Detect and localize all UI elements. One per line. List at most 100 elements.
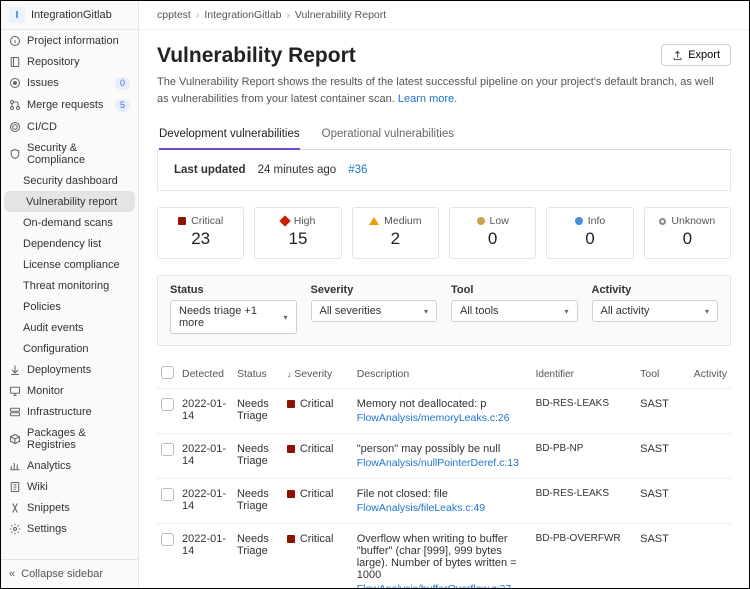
project-name: IntegrationGitlab <box>31 9 112 21</box>
col-severity[interactable]: ↓ Severity <box>283 360 353 389</box>
breadcrumb-seg[interactable]: IntegrationGitlab <box>204 9 281 21</box>
sidebar-item-snippets[interactable]: Snippets <box>1 497 138 518</box>
row-checkbox[interactable] <box>161 533 174 546</box>
cell-detected: 2022-01-14 <box>178 389 233 434</box>
severity-card-low[interactable]: Low0 <box>449 207 536 259</box>
severity-medium-icon <box>369 217 379 225</box>
sidebar-item-settings[interactable]: Settings <box>1 518 138 539</box>
select-all-checkbox[interactable] <box>161 366 174 379</box>
cell-tool: SAST <box>636 524 686 589</box>
col-detected[interactable]: Detected <box>178 360 233 389</box>
cell-identifier: BD-PB-OVERFWR <box>532 524 636 589</box>
sidebar-subitem-security-dashboard[interactable]: Security dashboard <box>1 170 138 191</box>
sidebar-item-analytics[interactable]: Analytics <box>1 455 138 476</box>
severity-info-icon <box>575 217 583 225</box>
cell-severity: Critical <box>287 398 349 410</box>
cell-detected: 2022-01-14 <box>178 524 233 589</box>
sidebar-subitem-on-demand-scans[interactable]: On-demand scans <box>1 212 138 233</box>
severity-card-unknown[interactable]: Unknown0 <box>644 207 731 259</box>
cell-tool: SAST <box>636 479 686 524</box>
tab-operational[interactable]: Operational vulnerabilities <box>322 121 454 149</box>
sidebar-item-label: Snippets <box>27 502 70 514</box>
sidebar-item-ci-cd[interactable]: CI/CD <box>1 116 138 137</box>
analytics-icon <box>9 460 21 472</box>
sidebar-subitem-vulnerability-report[interactable]: Vulnerability report <box>4 191 135 212</box>
chevron-right-icon: › <box>286 9 290 21</box>
cell-tool: SAST <box>636 434 686 479</box>
sidebar-item-issues[interactable]: Issues0 <box>1 72 138 94</box>
filter-label-activity: Activity <box>592 284 719 296</box>
collapse-sidebar[interactable]: « Collapse sidebar <box>1 559 138 588</box>
filter-severity-select[interactable]: All severities ▾ <box>311 300 438 322</box>
severity-card-medium[interactable]: Medium 2 <box>352 207 439 259</box>
severity-unknown-icon <box>659 218 666 225</box>
sidebar-item-wiki[interactable]: Wiki <box>1 476 138 497</box>
vulnerability-location-link[interactable]: FlowAnalysis/memoryLeaks.c:26 <box>357 412 528 424</box>
severity-low-icon <box>477 217 485 225</box>
filter-tool-select[interactable]: All tools ▾ <box>451 300 578 322</box>
chevron-down-icon: ▾ <box>705 307 709 316</box>
project-header[interactable]: I IntegrationGitlab <box>1 1 138 30</box>
page-title: Vulnerability Report <box>157 44 356 68</box>
vulnerability-location-link[interactable]: FlowAnalysis/nullPointerDeref.c:13 <box>357 457 528 469</box>
export-button[interactable]: Export <box>661 44 731 66</box>
col-tool[interactable]: Tool <box>636 360 686 389</box>
filter-activity-select[interactable]: All activity ▾ <box>592 300 719 322</box>
sidebar-item-security-compliance[interactable]: Security & Compliance <box>1 137 138 170</box>
filter-label-tool: Tool <box>451 284 578 296</box>
issues-icon <box>9 77 21 89</box>
sidebar-item-packages-registries[interactable]: Packages & Registries <box>1 422 138 455</box>
deploy-icon <box>9 364 21 376</box>
col-activity[interactable]: Activity <box>686 360 731 389</box>
cell-description: "person" may possibly be nullFlowAnalysi… <box>353 434 532 479</box>
sidebar-subitem-dependency-list[interactable]: Dependency list <box>1 233 138 254</box>
last-updated-value: 24 minutes ago <box>258 164 337 176</box>
cell-activity <box>686 524 731 589</box>
sidebar-item-infrastructure[interactable]: Infrastructure <box>1 401 138 422</box>
sidebar-subitem-license-compliance[interactable]: License compliance <box>1 254 138 275</box>
row-checkbox[interactable] <box>161 488 174 501</box>
chevron-down-icon: ▾ <box>564 307 568 316</box>
sidebar-item-merge-requests[interactable]: Merge requests5 <box>1 94 138 116</box>
sidebar-item-monitor[interactable]: Monitor <box>1 380 138 401</box>
main: cpptest › IntegrationGitlab › Vulnerabil… <box>139 1 749 588</box>
severity-label: Medium <box>384 215 421 227</box>
project-avatar: I <box>9 7 25 23</box>
sidebar-subitem-audit-events[interactable]: Audit events <box>1 317 138 338</box>
severity-card-critical[interactable]: Critical23 <box>157 207 244 259</box>
col-identifier[interactable]: Identifier <box>532 360 636 389</box>
severity-count: 23 <box>162 229 239 249</box>
table-row: 2022-01-14Needs TriageCriticalOverflow w… <box>157 524 731 589</box>
filter-status-select[interactable]: Needs triage +1 more ▾ <box>170 300 297 334</box>
severity-high-icon <box>279 215 290 226</box>
cell-description: File not closed: fileFlowAnalysis/fileLe… <box>353 479 532 524</box>
col-status[interactable]: Status <box>233 360 283 389</box>
last-updated-label: Last updated <box>174 164 246 176</box>
sort-desc-icon: ↓ <box>287 369 292 379</box>
cell-activity <box>686 389 731 434</box>
severity-critical-icon <box>287 535 295 543</box>
pipeline-link[interactable]: #36 <box>348 164 367 176</box>
learn-more-link[interactable]: Learn more. <box>398 93 457 105</box>
sidebar-item-deployments[interactable]: Deployments <box>1 359 138 380</box>
merge-icon <box>9 99 21 111</box>
severity-count: 0 <box>454 229 531 249</box>
sidebar-subitem-threat-monitoring[interactable]: Threat monitoring <box>1 275 138 296</box>
severity-card-high[interactable]: High15 <box>254 207 341 259</box>
sidebar-item-repository[interactable]: Repository <box>1 51 138 72</box>
severity-card-info[interactable]: Info0 <box>546 207 633 259</box>
sidebar-item-project-information[interactable]: Project information <box>1 30 138 51</box>
tab-development[interactable]: Development vulnerabilities <box>159 121 300 149</box>
row-checkbox[interactable] <box>161 398 174 411</box>
sidebar-subitem-policies[interactable]: Policies <box>1 296 138 317</box>
severity-count: 0 <box>551 229 628 249</box>
vulnerability-location-link[interactable]: FlowAnalysis/bufferOverflow.c:27 <box>357 583 528 588</box>
breadcrumb-seg[interactable]: cpptest <box>157 9 191 21</box>
settings-icon <box>9 523 21 535</box>
severity-critical-icon <box>287 445 295 453</box>
sidebar-subitem-configuration[interactable]: Configuration <box>1 338 138 359</box>
col-description[interactable]: Description <box>353 360 532 389</box>
severity-count: 2 <box>357 229 434 249</box>
row-checkbox[interactable] <box>161 443 174 456</box>
vulnerability-location-link[interactable]: FlowAnalysis/fileLeaks.c:49 <box>357 502 528 514</box>
